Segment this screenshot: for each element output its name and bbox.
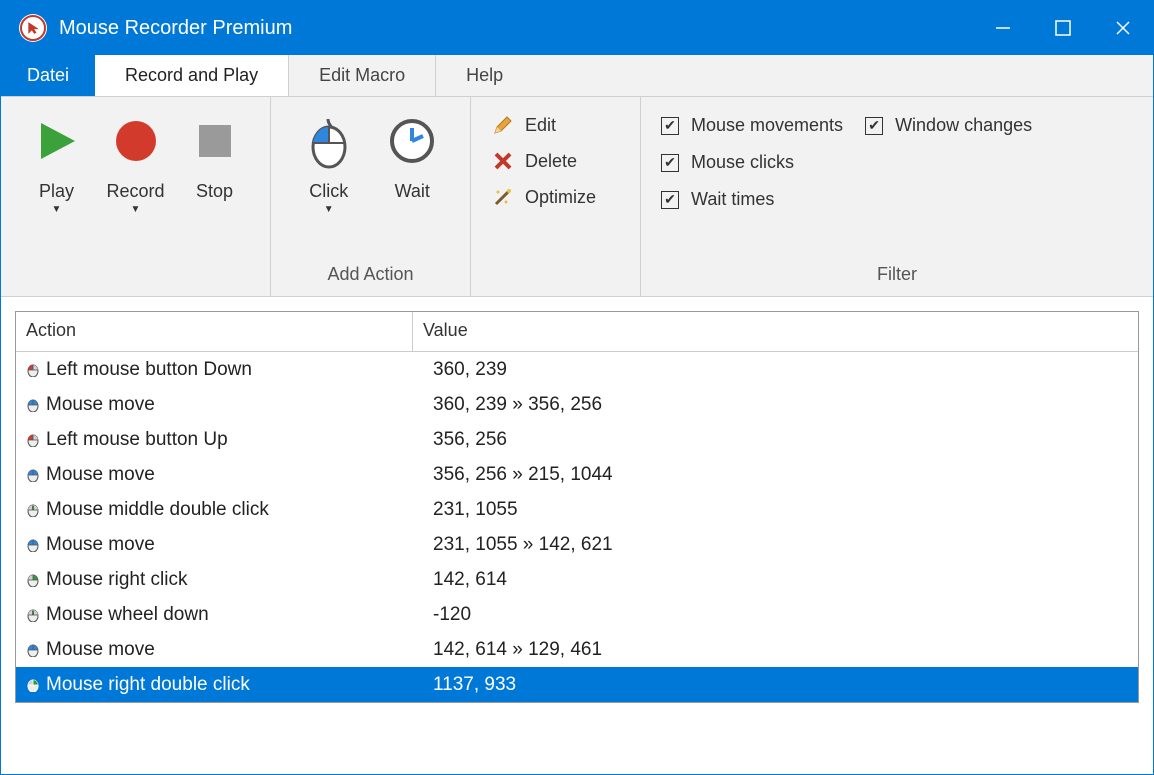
mouse-move-icon (26, 643, 40, 657)
mouse-move-icon (26, 398, 40, 412)
add-action-group-label: Add Action (287, 264, 454, 290)
record-icon (114, 113, 158, 169)
mouse-right-icon (26, 678, 40, 692)
record-label: Record (106, 181, 164, 202)
row-value: 356, 256 (413, 426, 1138, 454)
checkbox-icon: ✔ (661, 117, 679, 135)
mouse-icon (304, 113, 354, 169)
mouse-left-icon (26, 433, 40, 447)
row-action: Mouse move (46, 639, 155, 661)
row-value: -120 (413, 601, 1138, 629)
header-action[interactable]: Action (16, 312, 413, 352)
minimize-button[interactable] (973, 1, 1033, 55)
filter-wait-times-label: Wait times (691, 189, 774, 210)
optimize-button[interactable]: Optimize (491, 185, 596, 209)
add-click-button[interactable]: Click ▼ (287, 107, 371, 215)
row-action: Mouse move (46, 534, 155, 556)
click-label: Click (309, 181, 348, 202)
table-row[interactable]: Mouse move 360, 239 » 356, 256 (16, 387, 1138, 422)
tab-file[interactable]: Datei (1, 55, 95, 96)
table-row[interactable]: Mouse move 356, 256 » 215, 1044 (16, 457, 1138, 492)
edit-button[interactable]: Edit (491, 113, 596, 137)
optimize-label: Optimize (525, 187, 596, 208)
mouse-move-icon (26, 538, 40, 552)
delete-label: Delete (525, 151, 577, 172)
header-value[interactable]: Value (413, 312, 1138, 352)
tab-edit-macro[interactable]: Edit Macro (289, 55, 436, 96)
row-value: 360, 239 (413, 356, 1138, 384)
mouse-left-icon (26, 363, 40, 377)
ribbon: Play ▼ Record ▼ Stop (1, 97, 1153, 297)
filter-group-label: Filter (657, 264, 1137, 290)
table-row[interactable]: Mouse right double click 1137, 933 (16, 667, 1138, 702)
delete-x-icon (491, 149, 515, 173)
filter-wait-times[interactable]: ✔ Wait times (661, 189, 843, 210)
row-action: Left mouse button Up (46, 429, 228, 451)
mouse-mid-icon (26, 503, 40, 517)
row-value: 142, 614 (413, 566, 1138, 594)
click-dropdown-icon: ▼ (324, 204, 334, 215)
row-action: Mouse move (46, 394, 155, 416)
row-action: Mouse middle double click (46, 499, 269, 521)
stop-label: Stop (196, 181, 233, 202)
close-button[interactable] (1093, 1, 1153, 55)
table-row[interactable]: Mouse move 231, 1055 » 142, 621 (16, 527, 1138, 562)
filter-mouse-clicks[interactable]: ✔ Mouse clicks (661, 152, 843, 173)
row-value: 231, 1055 » 142, 621 (413, 531, 1138, 559)
checkbox-icon: ✔ (661, 191, 679, 209)
clock-icon (387, 113, 437, 169)
row-action: Mouse wheel down (46, 604, 209, 626)
delete-button[interactable]: Delete (491, 149, 596, 173)
record-dropdown-icon: ▼ (131, 204, 141, 215)
play-button[interactable]: Play ▼ (17, 107, 96, 215)
checkbox-icon: ✔ (661, 154, 679, 172)
pencil-icon (491, 113, 515, 137)
row-action: Left mouse button Down (46, 359, 252, 381)
table-row[interactable]: Mouse move 142, 614 » 129, 461 (16, 632, 1138, 667)
row-action: Mouse right double click (46, 674, 250, 696)
mouse-right-icon (26, 573, 40, 587)
record-button[interactable]: Record ▼ (96, 107, 175, 215)
titlebar: Mouse Recorder Premium (1, 1, 1153, 55)
filter-window-changes[interactable]: ✔ Window changes (865, 115, 1032, 136)
row-value: 360, 239 » 356, 256 (413, 391, 1138, 419)
tab-record-and-play[interactable]: Record and Play (95, 55, 289, 96)
grid-header: Action Value (16, 312, 1138, 352)
filter-window-changes-label: Window changes (895, 115, 1032, 136)
row-value: 142, 614 » 129, 461 (413, 636, 1138, 664)
table-row[interactable]: Left mouse button Down 360, 239 (16, 352, 1138, 387)
maximize-button[interactable] (1033, 1, 1093, 55)
table-row[interactable]: Mouse wheel down -120 (16, 597, 1138, 632)
play-dropdown-icon: ▼ (52, 204, 62, 215)
edit-label: Edit (525, 115, 556, 136)
mouse-wheel-icon (26, 608, 40, 622)
add-wait-button[interactable]: Wait (371, 107, 455, 202)
stop-button[interactable]: Stop (175, 107, 254, 202)
wait-label: Wait (395, 181, 430, 202)
macro-grid[interactable]: Action Value Left mouse button Down 360,… (15, 311, 1139, 703)
window-title: Mouse Recorder Premium (59, 17, 292, 40)
filter-mouse-clicks-label: Mouse clicks (691, 152, 794, 173)
play-label: Play (39, 181, 74, 202)
app-icon (19, 14, 47, 42)
table-row[interactable]: Mouse middle double click 231, 1055 (16, 492, 1138, 527)
tab-help[interactable]: Help (436, 55, 533, 96)
table-row[interactable]: Left mouse button Up 356, 256 (16, 422, 1138, 457)
checkbox-icon: ✔ (865, 117, 883, 135)
row-value: 356, 256 » 215, 1044 (413, 461, 1138, 489)
mouse-move-icon (26, 468, 40, 482)
ribbon-tabs: Datei Record and Play Edit Macro Help (1, 55, 1153, 97)
filter-mouse-movements-label: Mouse movements (691, 115, 843, 136)
play-icon (35, 113, 79, 169)
table-row[interactable]: Mouse right click 142, 614 (16, 562, 1138, 597)
wand-icon (491, 185, 515, 209)
stop-icon (195, 113, 235, 169)
row-action: Mouse move (46, 464, 155, 486)
row-value: 1137, 933 (413, 671, 1138, 699)
row-value: 231, 1055 (413, 496, 1138, 524)
filter-mouse-movements[interactable]: ✔ Mouse movements (661, 115, 843, 136)
row-action: Mouse right click (46, 569, 188, 591)
